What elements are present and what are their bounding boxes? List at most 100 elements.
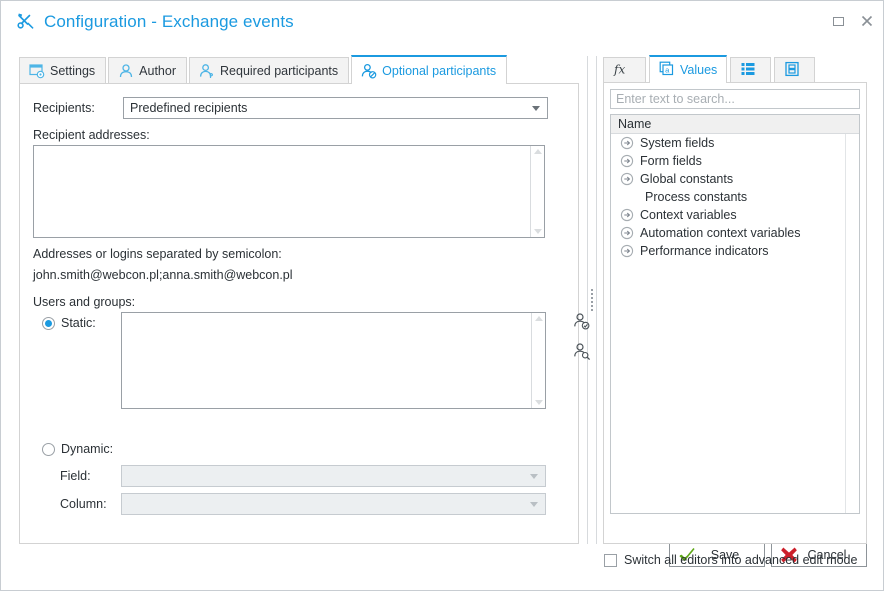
tab-author[interactable]: Author [108, 57, 188, 84]
person-icon [118, 63, 134, 79]
configuration-dialog: Configuration - Exchange events Settings… [0, 0, 884, 591]
list-grid-icon [740, 61, 756, 80]
expand-arrow-icon[interactable] [620, 172, 634, 186]
person-check-icon[interactable] [572, 312, 592, 332]
dynamic-radio[interactable] [42, 442, 55, 456]
window-settings-icon [29, 63, 45, 79]
tree-item[interactable]: System fields [611, 134, 859, 152]
tree-item-label: Automation context variables [640, 226, 801, 240]
tab-settings-label: Settings [50, 64, 96, 78]
chevron-down-icon [530, 502, 538, 507]
tree-column-header: Name [611, 115, 859, 134]
person-optional-icon [361, 63, 377, 79]
tab-strip: Settings Author Required participants Op… [19, 55, 579, 84]
recipient-addresses-label: Recipient addresses: [33, 128, 150, 142]
tab-settings[interactable]: Settings [19, 57, 107, 84]
recipients-row: Recipients: Predefined recipients [33, 97, 566, 119]
chevron-down-icon [530, 474, 538, 479]
static-users-input[interactable] [121, 312, 546, 409]
title-bar: Configuration - Exchange events [1, 1, 883, 42]
advanced-edit-mode-label: Switch all editors into advanced edit mo… [624, 553, 858, 567]
tree-item[interactable]: Process constants [611, 188, 859, 206]
field-select[interactable] [121, 465, 546, 487]
expand-arrow-icon[interactable] [620, 244, 634, 258]
splitter-line-left [587, 56, 588, 544]
scroll-down-icon [533, 229, 542, 234]
values-panel: Name System fields Form fields Global cons… [603, 82, 867, 567]
tree-item[interactable]: Automation context variables [611, 224, 859, 242]
function-fx-icon: fx [613, 61, 631, 80]
addresses-hint-example: john.smith@webcon.pl;anna.smith@webcon.p… [33, 268, 293, 282]
tab-panel-view[interactable] [774, 57, 816, 83]
tree-item-label: Performance indicators [640, 244, 769, 258]
static-radio[interactable] [42, 316, 55, 330]
user-picker-buttons [572, 312, 592, 362]
tree-item-label: Context variables [640, 208, 737, 222]
tab-author-label: Author [139, 64, 177, 78]
left-panel: Settings Author Required participants Op… [19, 55, 591, 544]
tab-values-label: Values [680, 63, 718, 77]
tree-item[interactable]: Performance indicators [611, 242, 859, 260]
tree-item-label: Process constants [645, 190, 748, 204]
tree-item[interactable]: Context variables [611, 206, 859, 224]
expand-arrow-icon[interactable] [620, 154, 634, 168]
panel-icon [784, 61, 800, 80]
right-panel: fx a Values Enter text to search... Name… [603, 55, 867, 567]
window-controls [830, 13, 875, 29]
recipient-addresses-input[interactable] [33, 145, 545, 238]
tools-icon [15, 11, 37, 33]
close-icon[interactable] [859, 13, 875, 29]
advanced-edit-mode-row[interactable]: Switch all editors into advanced edit mo… [604, 553, 857, 567]
tree-scrollbar[interactable] [845, 134, 859, 513]
expand-arrow-icon[interactable] [620, 208, 634, 222]
field-row: Field: [60, 465, 546, 487]
dynamic-label: Dynamic: [61, 442, 114, 456]
tree-item-label: System fields [640, 136, 715, 150]
tab-optional-participants[interactable]: Optional participants [351, 55, 508, 84]
dialog-body: Settings Author Required participants Op… [1, 42, 883, 590]
chevron-down-icon [532, 106, 540, 111]
static-label: Static: [61, 316, 96, 330]
recipients-select-value: Predefined recipients [130, 101, 248, 115]
tab-panel-optional-participants: Recipients: Predefined recipients Recipi… [19, 83, 591, 544]
scroll-up-icon [533, 149, 542, 154]
field-label: Field: [60, 469, 91, 483]
svg-text:fx: fx [613, 63, 625, 77]
expand-arrow-icon[interactable] [620, 136, 634, 150]
page-title: Configuration - Exchange events [44, 11, 294, 31]
tab-list-grid[interactable] [730, 57, 772, 83]
tab-function[interactable]: fx [603, 57, 646, 83]
static-users-scrollbar[interactable] [531, 313, 545, 408]
recipients-select[interactable]: Predefined recipients [123, 97, 548, 119]
tab-required-participants[interactable]: Required participants [189, 57, 350, 84]
tree-item-list: System fields Form fields Global constants… [611, 134, 859, 260]
recipient-addresses-scrollbar[interactable] [530, 146, 544, 237]
static-radio-row[interactable]: Static: [42, 316, 96, 330]
variables-tree: Name System fields Form fields Global cons… [610, 114, 860, 514]
values-a-icon: a [659, 61, 675, 80]
tab-required-participants-label: Required participants [220, 64, 339, 78]
addresses-hint-label: Addresses or logins separated by semicol… [33, 247, 282, 261]
recipients-label: Recipients: [33, 101, 95, 115]
splitter-grip [591, 289, 593, 311]
dynamic-radio-row[interactable]: Dynamic: [42, 442, 113, 456]
expand-arrow-icon[interactable] [620, 226, 634, 240]
column-select[interactable] [121, 493, 546, 515]
person-required-icon [199, 63, 215, 79]
tree-item[interactable]: Global constants [611, 170, 859, 188]
scroll-down-icon [534, 400, 543, 405]
advanced-edit-mode-checkbox[interactable] [604, 553, 617, 567]
tab-values[interactable]: a Values [649, 55, 728, 83]
column-label: Column: [60, 497, 107, 511]
panel-splitter[interactable] [587, 56, 597, 544]
right-tab-strip: fx a Values [603, 55, 867, 83]
splitter-line-right [596, 56, 597, 544]
tree-item-label: Global constants [640, 172, 734, 186]
person-search-icon[interactable] [572, 342, 592, 362]
tab-optional-participants-label: Optional participants [382, 63, 497, 78]
search-input[interactable] [610, 89, 860, 109]
tree-item[interactable]: Form fields [611, 152, 859, 170]
column-row: Column: [60, 493, 546, 515]
scroll-up-icon [534, 316, 543, 321]
maximize-icon[interactable] [830, 13, 846, 29]
